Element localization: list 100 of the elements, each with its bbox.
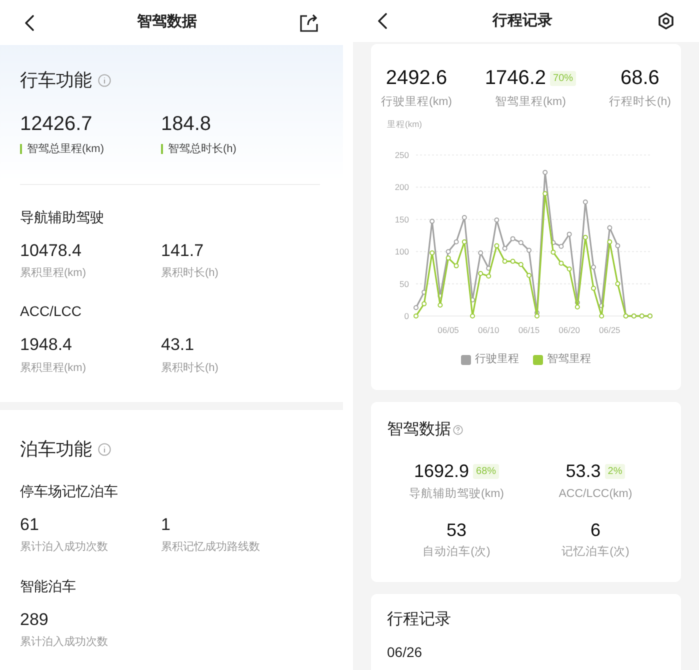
stat-value: 2492.6 [386,66,448,91]
stat-value: 1692.9 [414,460,470,482]
section-title: 行车功能 [20,69,92,92]
data-point [478,250,484,256]
data-point [518,262,524,268]
axis-tick-label: 06/10 [478,325,500,336]
data-point [582,200,588,205]
data-point [438,302,443,308]
data-point [582,235,588,240]
stat-value: 53.3 [566,460,601,482]
accent-bar [161,144,163,154]
stat-value: 289 [20,608,50,630]
stat-label: 智驾里程(km) [494,94,566,110]
stat-label: 智驾总时长(h) [168,142,236,157]
stat-label: 累积时长(h) [161,266,218,281]
data-point [566,266,572,272]
back-icon[interactable] [24,14,35,32]
axis-title: 里程(km) [387,119,422,130]
axis-tick-label: 50 [400,279,409,290]
stat-value: 53 [446,518,467,542]
data-point [542,170,548,176]
stat-value: 141.7 [161,240,205,261]
data-point [502,259,508,264]
data-point [591,264,596,270]
data-point [422,302,427,307]
data-point [526,273,532,278]
subsection-title: 停车场记忆泊车 [20,482,119,501]
data-point [607,240,612,245]
back-icon[interactable] [377,12,388,30]
accent-bar [20,144,22,154]
data-point [470,314,475,319]
stat-value: 6 [590,518,600,542]
stat-label: 累计泊入成功次数 [20,540,108,556]
data-point [422,290,427,295]
axis-tick-label: 0 [404,311,409,322]
data-point [550,250,556,255]
axis-tick-label: 200 [394,182,409,192]
data-point [615,282,620,287]
subsection-title: 智能泊车 [20,576,77,596]
share-icon[interactable] [299,12,319,32]
data-point [599,303,604,308]
stat-value: 68.6 [620,66,660,91]
data-point [607,226,612,231]
data-point [558,244,564,250]
stat-label: 累计泊入成功次数 [20,635,108,650]
data-point [599,314,604,319]
data-point [486,274,492,279]
data-point [550,240,556,246]
stat-label: 累积里程(km) [20,266,86,281]
settings-icon[interactable] [657,12,675,30]
stat-label: 导航辅助驾驶(km) [409,486,504,502]
axis-tick-label: 06/20 [558,325,580,336]
stat-value: 10478.4 [20,240,82,261]
percent-badge: 2% [604,464,626,479]
data-point [526,248,532,254]
axis-tick-label: 06/25 [599,325,620,336]
data-point [502,246,508,252]
data-point [510,236,516,242]
stat-value: 12426.7 [20,112,94,137]
page-title: 行程记录 [492,10,552,31]
subsection-title: ACC/LCC [20,302,82,322]
section-title: 泊车功能 [20,438,92,461]
legend-label: 智驾里程 [547,352,591,368]
data-point [462,240,467,245]
data-point [454,264,459,269]
data-point [414,314,418,319]
axis-tick-label: 250 [394,150,409,160]
data-point [438,294,443,299]
stat-label: 累积记忆成功路线数 [161,540,260,556]
stat-label: 智驾总里程(km) [27,142,104,157]
data-point [615,244,620,249]
data-point [486,266,492,272]
data-point [591,286,596,292]
data-point [542,191,548,196]
data-point [566,232,572,237]
data-point [430,250,435,256]
percent-badge: 68% [473,464,500,479]
stat-label: 累积时长(h) [161,360,218,376]
stat-label: 记忆泊车(次) [562,544,630,560]
data-point [510,259,516,264]
data-point [470,298,475,303]
stat-value: 61 [20,514,40,536]
stat-value: 1 [161,514,172,536]
axis-tick-label: 06/15 [518,325,540,336]
data-point [414,305,418,310]
percent-badge: 70% [550,71,576,86]
stat-label: 自动泊车(次) [422,544,490,560]
axis-tick-label: 06/05 [438,325,459,336]
axis-tick-label: 100 [394,246,409,257]
page-title: 智驾数据 [137,12,197,32]
data-point [558,260,564,266]
stat-value: 43.1 [161,334,196,356]
card-title: 智驾数据 [387,420,451,440]
stat-value: 184.8 [161,112,212,137]
axis-tick-label: 150 [394,214,409,225]
data-point [494,218,500,223]
data-point [454,240,459,245]
stat-label: 行程时长(h) [608,94,671,110]
subsection-title: 导航辅助驾驶 [20,208,105,226]
data-point [430,219,435,224]
